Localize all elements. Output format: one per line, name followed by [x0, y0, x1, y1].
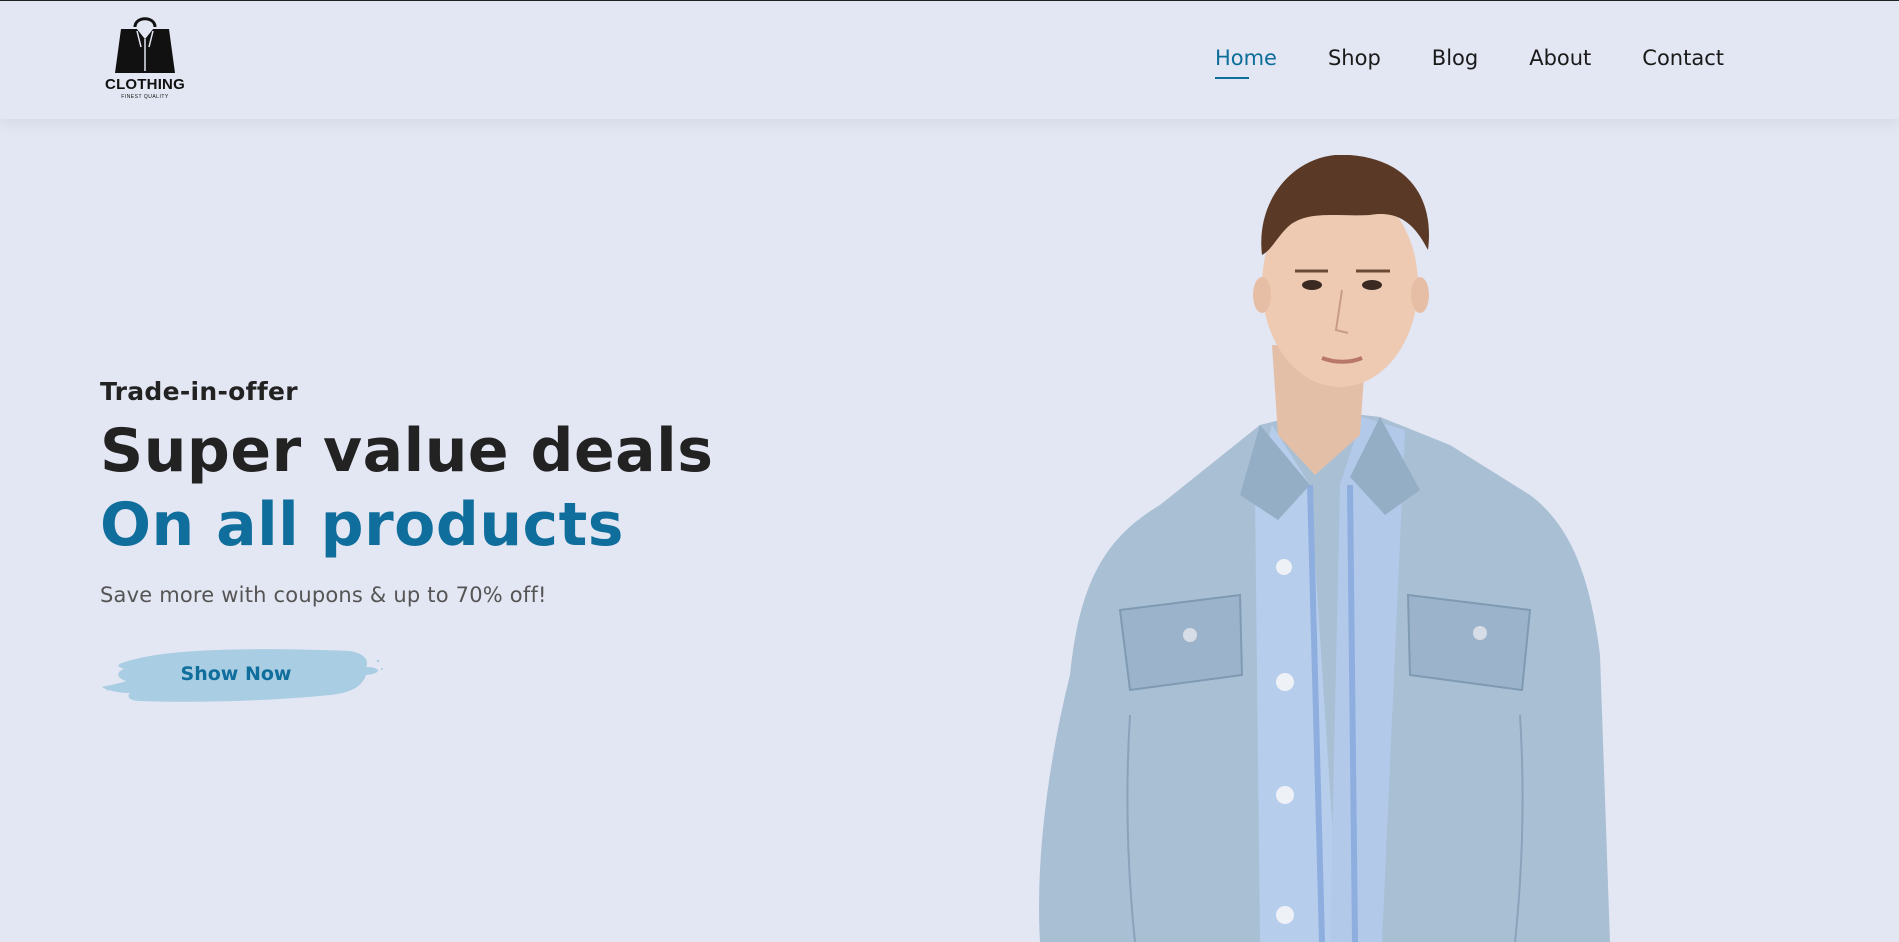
brand-name: CLOTHING [105, 76, 185, 93]
hero-subtext: Save more with coupons & up to 70% off! [100, 583, 547, 607]
nav-contact[interactable]: Contact [1642, 44, 1724, 72]
shopping-bag-shirt-icon [115, 17, 175, 73]
hero-eyebrow: Trade-in-offer [100, 377, 298, 406]
brand-logo[interactable]: CLOTHING FINEST QUALITY [99, 13, 191, 103]
site-header: CLOTHING FINEST QUALITY Home Shop Blog A… [0, 1, 1899, 119]
show-now-label: Show Now [180, 663, 292, 685]
show-now-button[interactable]: Show Now [100, 643, 385, 707]
hero-text: Trade-in-offer Super value deals On all … [100, 374, 713, 610]
brand-tagline: FINEST QUALITY [121, 94, 169, 100]
nav-home[interactable]: Home [1214, 44, 1277, 79]
hero-headline: Super value deals [100, 416, 714, 486]
hero-model-image [1010, 155, 1630, 942]
nav-blog[interactable]: Blog [1432, 44, 1478, 72]
nav-about[interactable]: About [1529, 44, 1591, 72]
hero-headline-accent: On all products [100, 490, 625, 560]
main-nav: Home Shop Blog About Contact [1214, 44, 1724, 79]
nav-shop[interactable]: Shop [1328, 44, 1381, 72]
